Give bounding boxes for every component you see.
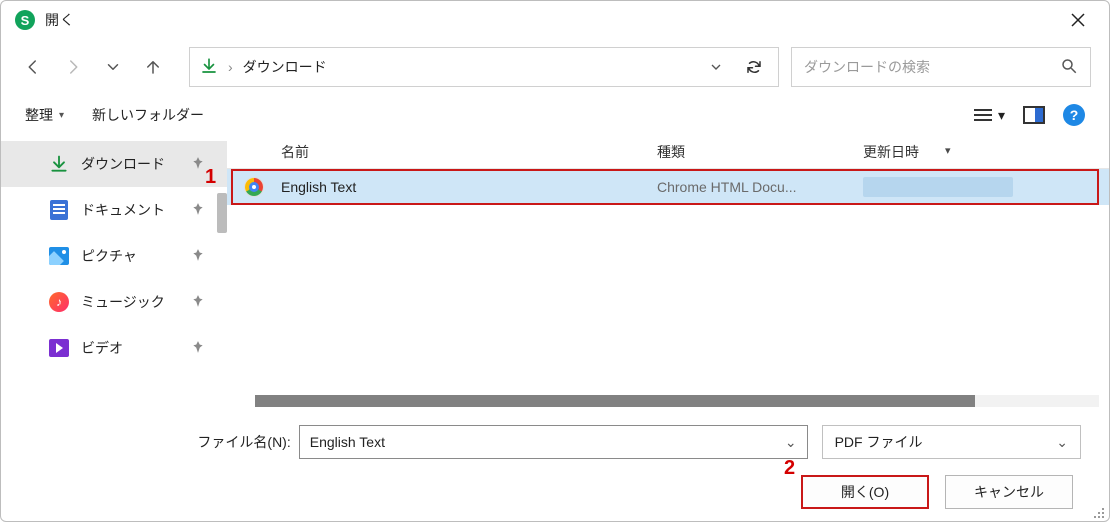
toolbar: 整理▾ 新しいフォルダー ▾ ? bbox=[1, 95, 1109, 135]
filename-label: ファイル名(N): bbox=[181, 432, 291, 452]
sidebar-item-downloads[interactable]: ダウンロード bbox=[1, 141, 227, 187]
music-icon bbox=[49, 292, 69, 312]
picture-icon bbox=[49, 246, 69, 266]
nav-recent-button[interactable] bbox=[99, 53, 127, 81]
sidebar-item-label: ダウンロード bbox=[81, 154, 165, 174]
sidebar-scrollbar[interactable] bbox=[217, 193, 227, 233]
file-name: English Text bbox=[281, 179, 657, 195]
cancel-button[interactable]: キャンセル bbox=[945, 475, 1073, 509]
horizontal-scrollbar[interactable] bbox=[255, 395, 1099, 407]
download-icon bbox=[49, 154, 69, 174]
nav-row: › ダウンロード ダウンロードの検索 bbox=[1, 39, 1109, 95]
list-view-icon bbox=[974, 109, 992, 121]
file-row[interactable]: English Text Chrome HTML Docu... bbox=[227, 169, 1109, 205]
chevron-down-icon[interactable]: ⌄ bbox=[785, 434, 797, 451]
breadcrumb-current: ダウンロード bbox=[243, 57, 327, 77]
nav-forward-button[interactable] bbox=[59, 53, 87, 81]
new-folder-button[interactable]: 新しいフォルダー bbox=[92, 105, 204, 125]
address-dropdown-button[interactable] bbox=[702, 59, 730, 75]
sidebar-item-documents[interactable]: ドキュメント bbox=[1, 187, 227, 233]
organize-button[interactable]: 整理▾ bbox=[25, 105, 64, 125]
sidebar-item-music[interactable]: ミュージック bbox=[1, 279, 227, 325]
filename-input[interactable]: English Text ⌄ bbox=[299, 425, 808, 459]
close-button[interactable] bbox=[1055, 4, 1101, 36]
search-icon bbox=[1060, 57, 1078, 78]
pin-icon bbox=[191, 294, 205, 311]
address-bar[interactable]: › ダウンロード bbox=[189, 47, 779, 87]
pin-icon bbox=[191, 202, 205, 219]
chevron-down-icon: ▾ bbox=[998, 107, 1005, 124]
column-type[interactable]: 種類 bbox=[657, 142, 863, 162]
chrome-file-icon bbox=[227, 177, 281, 197]
search-box[interactable]: ダウンロードの検索 bbox=[791, 47, 1091, 87]
file-type: Chrome HTML Docu... bbox=[657, 179, 863, 195]
sidebar-item-label: ピクチャ bbox=[81, 246, 137, 266]
sidebar-item-label: ビデオ bbox=[81, 338, 123, 358]
annotation-1: 1 bbox=[205, 166, 216, 189]
sidebar-item-videos[interactable]: ビデオ bbox=[1, 325, 227, 371]
preview-pane-button[interactable] bbox=[1023, 106, 1045, 124]
annotation-2: 2 bbox=[784, 457, 795, 480]
refresh-button[interactable] bbox=[740, 58, 768, 76]
document-icon bbox=[49, 200, 69, 220]
chevron-down-icon: ⌄ bbox=[1056, 434, 1068, 451]
filetype-value: PDF ファイル bbox=[835, 432, 923, 452]
sidebar: ダウンロード ドキュメント ピクチャ ミュージック ビデオ bbox=[1, 135, 227, 415]
nav-back-button[interactable] bbox=[19, 53, 47, 81]
filetype-select[interactable]: PDF ファイル ⌄ bbox=[822, 425, 1081, 459]
sidebar-item-label: ドキュメント bbox=[81, 200, 165, 220]
column-header[interactable]: 名前 種類 更新日時▾ bbox=[227, 135, 1109, 169]
download-icon bbox=[200, 57, 218, 78]
video-icon bbox=[49, 338, 69, 358]
window-title: 開く bbox=[45, 10, 75, 30]
pin-icon bbox=[191, 156, 205, 173]
app-icon: S bbox=[15, 10, 35, 30]
resize-grip[interactable] bbox=[1092, 506, 1106, 520]
file-date bbox=[863, 177, 1013, 197]
nav-up-button[interactable] bbox=[139, 53, 167, 81]
chevron-down-icon: ▾ bbox=[59, 110, 64, 121]
open-file-dialog: S 開く › ダウンロード ダウンロードの検索 整理▾ bbox=[0, 0, 1110, 522]
view-mode-button[interactable]: ▾ bbox=[974, 107, 1005, 124]
breadcrumb-separator-icon: › bbox=[228, 59, 233, 75]
help-button[interactable]: ? bbox=[1063, 104, 1085, 126]
filename-value: English Text bbox=[310, 434, 385, 450]
pin-icon bbox=[191, 340, 205, 357]
bottom-panel: ファイル名(N): English Text ⌄ PDF ファイル ⌄ 2 開く… bbox=[1, 415, 1109, 521]
column-date[interactable]: 更新日時▾ bbox=[863, 142, 1013, 162]
sidebar-item-pictures[interactable]: ピクチャ bbox=[1, 233, 227, 279]
main-area: ダウンロード ドキュメント ピクチャ ミュージック ビデオ bbox=[1, 135, 1109, 415]
titlebar: S 開く bbox=[1, 1, 1109, 39]
file-list: 名前 種類 更新日時▾ 1 English Text Chrome HTML D… bbox=[227, 135, 1109, 415]
pin-icon bbox=[191, 248, 205, 265]
column-name[interactable]: 名前 bbox=[227, 142, 657, 162]
search-placeholder: ダウンロードの検索 bbox=[804, 57, 1060, 77]
sort-desc-icon: ▾ bbox=[945, 144, 951, 157]
sidebar-item-label: ミュージック bbox=[81, 292, 165, 312]
open-button[interactable]: 開く(O) bbox=[801, 475, 929, 509]
